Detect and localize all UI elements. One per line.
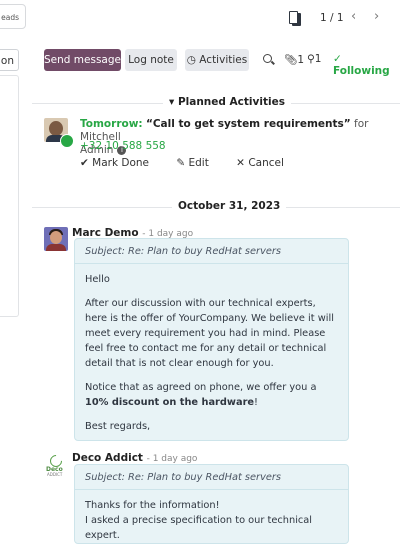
message-line: I asked a precise specification to our t… — [85, 515, 313, 541]
activity-controls: ✔ Mark Done ✎ Edit ✕ Cancel — [80, 157, 308, 169]
search-icon[interactable] — [263, 54, 272, 63]
activities-label: Activities — [199, 54, 248, 66]
user-icon: ⚲ — [307, 53, 315, 65]
log-note-button[interactable]: Log note — [125, 49, 177, 71]
avatar[interactable] — [44, 227, 68, 251]
date-separator: October 31, 2023 — [172, 200, 287, 212]
send-message-button[interactable]: Send message — [44, 49, 121, 71]
message-bubble: Subject: Re: Plan to buy RedHat servers … — [74, 238, 349, 441]
message-bubble: Subject: Re: Plan to buy RedHat servers … — [74, 464, 349, 544]
followers-button[interactable]: ⚲1 — [307, 53, 321, 65]
activities-button[interactable]: ◷ Activities — [185, 49, 249, 71]
leads-breadcrumb-tab[interactable]: eads — [0, 4, 26, 29]
message-closing: Best regards, — [85, 421, 151, 432]
chevron-left-icon[interactable]: ‹ — [351, 9, 356, 24]
paperclip-icon: 📎︎ — [284, 54, 298, 66]
planned-activities-title: Planned Activities — [177, 96, 285, 108]
following-button[interactable]: ✓ Following — [333, 53, 400, 77]
planned-activities-toggle[interactable]: ▾ Planned Activities — [163, 96, 291, 108]
attachment-clip-icon[interactable] — [289, 11, 301, 26]
message-subject: Subject: Re: Plan to buy RedHat servers — [75, 244, 348, 264]
following-label: Following — [333, 65, 390, 77]
attachments-count: 1 — [297, 54, 305, 66]
activity-summary: “Call to get system requirements” — [145, 118, 351, 130]
pager-value[interactable]: 1 / 1 — [320, 12, 344, 24]
message-subject: Subject: Re: Plan to buy RedHat servers — [75, 470, 348, 490]
message-paragraph: After our discussion with our technical … — [85, 298, 334, 369]
message-author[interactable]: Deco Addict - 1 day ago — [72, 452, 197, 464]
message-greeting: Hello — [85, 274, 110, 285]
attachments-button[interactable]: 📎︎1 — [284, 53, 304, 66]
edit-activity-button[interactable]: ✎ Edit — [176, 157, 220, 169]
message-paragraph: Notice that as agreed on phone, we offer… — [85, 382, 317, 408]
cancel-activity-button[interactable]: ✕ Cancel — [236, 157, 296, 169]
message-line: Thanks for the information! — [85, 500, 220, 511]
message-time: - 1 day ago — [146, 454, 198, 464]
activity-when: Tomorrow: — [80, 118, 143, 130]
top-bar: eads 1 / 1 ‹ › — [0, 0, 400, 40]
company-logo-avatar[interactable]: Deco ADDICT — [44, 452, 68, 478]
clock-icon: ◷ — [186, 54, 196, 66]
caret-down-icon: ▾ — [169, 96, 175, 108]
activity-phone-link[interactable]: +32 10 588 558 — [80, 140, 166, 152]
form-panel-edge — [0, 75, 19, 317]
check-icon: ✓ — [333, 53, 342, 65]
followers-count: 1 — [314, 53, 322, 65]
form-action-button[interactable]: on — [0, 49, 19, 71]
chevron-right-icon[interactable]: › — [374, 9, 379, 24]
mark-done-button[interactable]: ✔ Mark Done — [80, 157, 161, 169]
phone-activity-icon — [60, 134, 74, 148]
leaf-logo-icon — [48, 452, 62, 466]
